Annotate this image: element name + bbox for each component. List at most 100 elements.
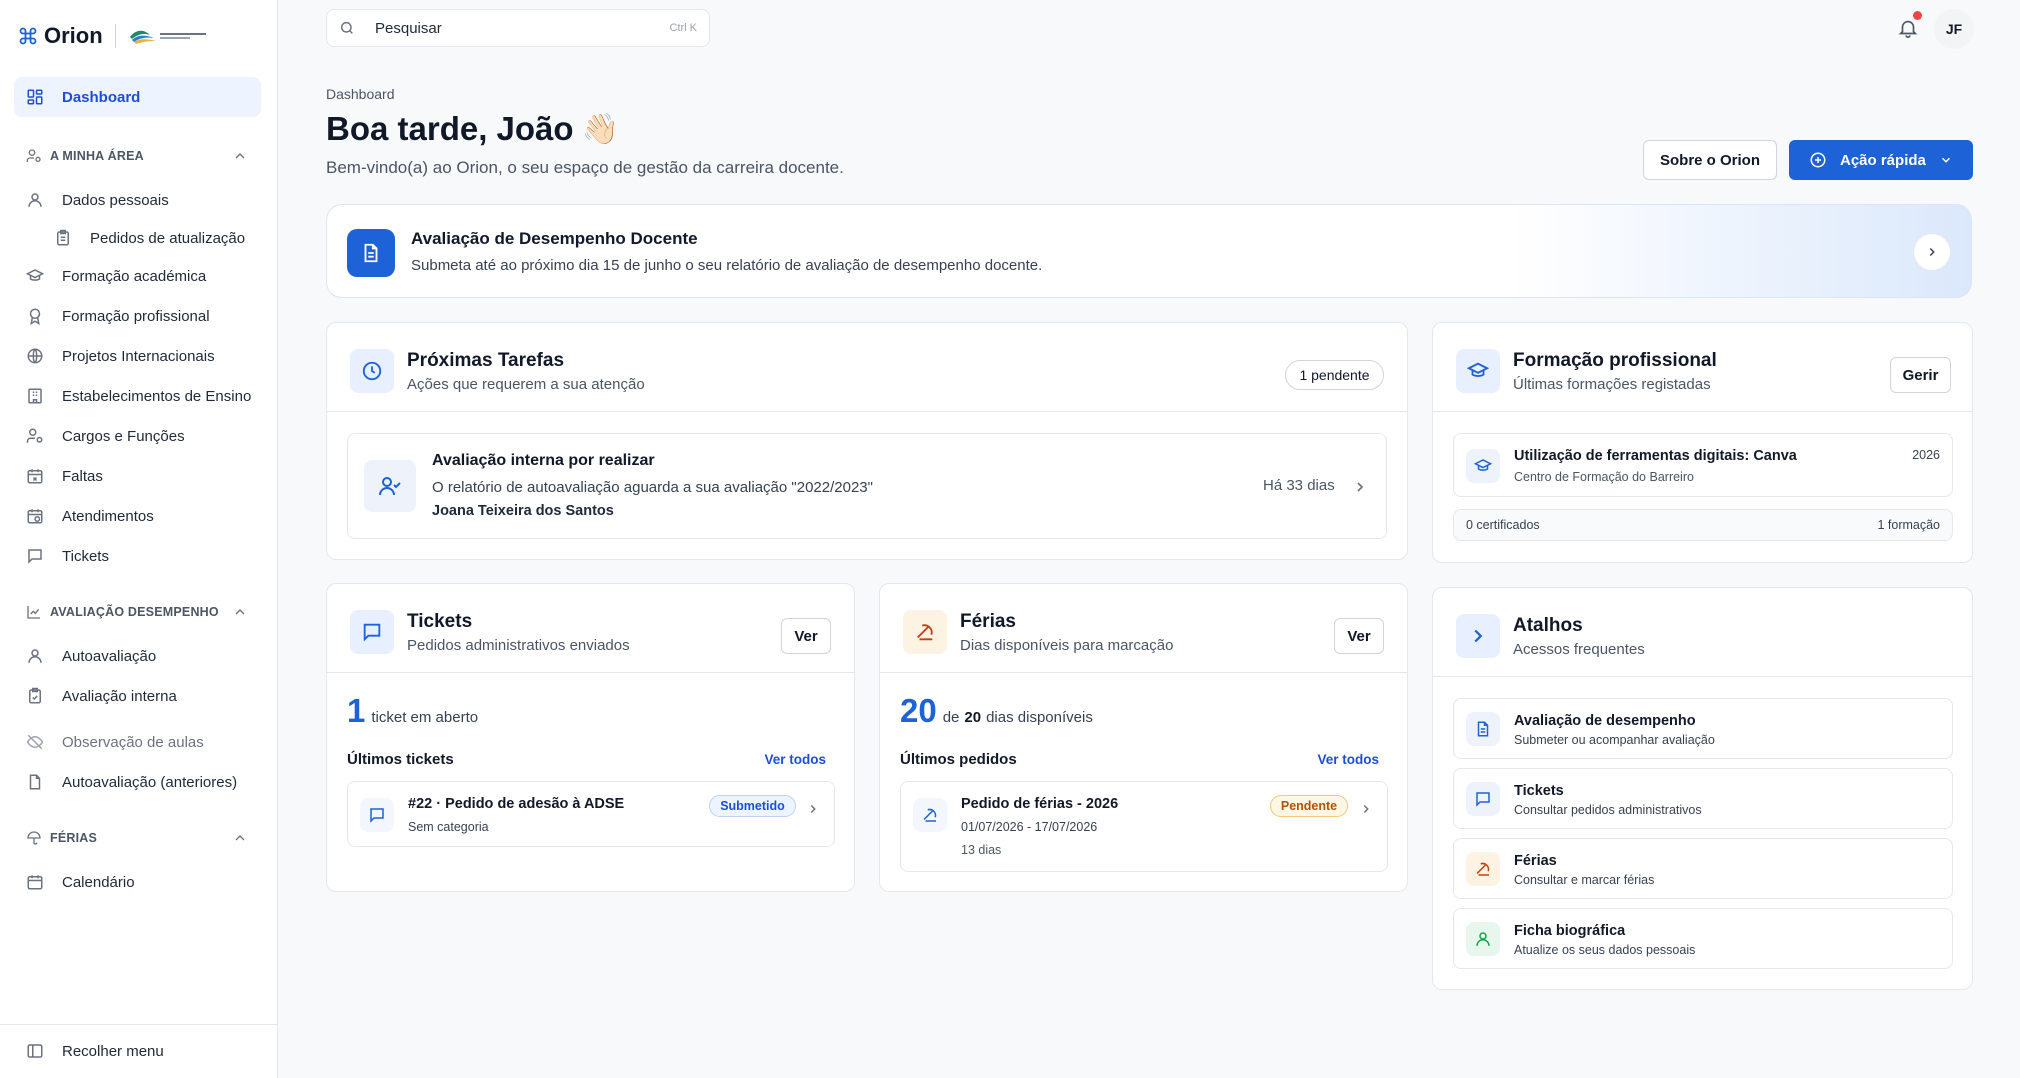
available-days-count: 20 bbox=[900, 692, 937, 729]
total-days: 20 bbox=[964, 709, 982, 726]
sidebar-item-cargos-funcoes[interactable]: Cargos e Funções bbox=[14, 416, 261, 456]
pending-badge: 1 pendente bbox=[1285, 360, 1384, 390]
see-all-tickets-link[interactable]: Ver todos bbox=[764, 752, 826, 767]
panel-left-icon bbox=[27, 1044, 43, 1058]
sidebar-item-dashboard[interactable]: Dashboard bbox=[14, 77, 261, 117]
available-days-of: de bbox=[942, 709, 960, 726]
sidebar-item-avaliacao-interna[interactable]: Avaliação interna bbox=[14, 676, 261, 716]
training-count: 1 formação bbox=[1877, 518, 1940, 532]
sidebar: Orion Dashboard A MINHA ÁREA Dados pesso… bbox=[0, 0, 278, 1078]
user-icon bbox=[1466, 922, 1500, 956]
training-title: Utilização de ferramentas digitais: Canv… bbox=[1514, 448, 1797, 464]
card-subtitle: Últimas formações registadas bbox=[1513, 376, 1711, 393]
about-orion-button[interactable]: Sobre o Orion bbox=[1643, 140, 1777, 180]
sidebar-item-observacao-aulas[interactable]: Observação de aulas bbox=[14, 722, 261, 762]
card-header: Atalhos Acessos frequentes bbox=[1433, 588, 1972, 677]
vacation-request-item[interactable]: Pedido de férias - 2026 01/07/2026 - 17/… bbox=[900, 781, 1388, 872]
card-header: Férias Dias disponíveis para marcação Ve… bbox=[880, 584, 1407, 673]
sidebar-item-formacao-profissional[interactable]: Formação profissional bbox=[14, 296, 261, 336]
tasks-card: Próximas Tarefas Ações que requerem a su… bbox=[326, 322, 1408, 560]
collapse-menu-label: Recolher menu bbox=[62, 1042, 164, 1060]
ticket-category: Sem categoria bbox=[408, 820, 489, 834]
section-label: FÉRIAS bbox=[50, 831, 98, 845]
brand-divider bbox=[114, 24, 116, 48]
sidebar-item-atendimentos[interactable]: Atendimentos bbox=[14, 496, 261, 536]
banner-title: Avaliação de Desempenho Docente bbox=[411, 229, 698, 248]
certificates-count: 0 certificados bbox=[1466, 518, 1540, 532]
view-vacation-button[interactable]: Ver bbox=[1334, 618, 1384, 654]
training-org: Centro de Formação do Barreiro bbox=[1514, 470, 1694, 484]
page-title: Boa tarde, João 👋🏻 bbox=[326, 110, 619, 148]
task-item[interactable]: Avaliação interna por realizar O relatór… bbox=[347, 433, 1387, 539]
avatar[interactable]: JF bbox=[1934, 9, 1974, 49]
shortcut-ficha-biografica[interactable]: Ficha biográfica Atualize os seus dados … bbox=[1453, 908, 1953, 969]
task-text: O relatório de autoavaliação aguarda a s… bbox=[432, 479, 873, 496]
view-tickets-button[interactable]: Ver bbox=[781, 618, 831, 654]
grid-icon bbox=[27, 89, 43, 105]
card-title: Próximas Tarefas bbox=[407, 350, 565, 371]
sidebar-item-label: Autoavaliação (anteriores) bbox=[62, 773, 238, 791]
section-label: AVALIAÇÃO DESEMPENHO bbox=[50, 605, 219, 619]
shortcut-title: Férias bbox=[1514, 853, 1557, 869]
sidebar-item-pedidos-atualizacao[interactable]: Pedidos de atualização bbox=[14, 218, 261, 258]
message-square-icon bbox=[1466, 782, 1500, 816]
sidebar-item-label: Pedidos de atualização bbox=[90, 229, 246, 247]
quick-action-button[interactable]: Ação rápida bbox=[1789, 140, 1973, 180]
clipboard-list-icon bbox=[57, 229, 69, 246]
plus-circle-icon bbox=[1810, 152, 1826, 168]
sidebar-item-formacao-academica[interactable]: Formação académica bbox=[14, 256, 261, 296]
document-icon bbox=[1466, 712, 1500, 746]
section-avaliacao-desempenho[interactable]: AVALIAÇÃO DESEMPENHO bbox=[26, 602, 248, 622]
ticket-item[interactable]: #22 · Pedido de adesão à ADSE Sem catego… bbox=[347, 781, 835, 847]
card-title: Formação profissional bbox=[1513, 350, 1717, 371]
card-subtitle: Ações que requerem a sua atenção bbox=[407, 376, 645, 393]
collapse-menu-area: Recolher menu bbox=[0, 1024, 278, 1078]
shortcut-desc: Consultar pedidos administrativos bbox=[1514, 803, 1702, 817]
sidebar-item-projetos-internacionais[interactable]: Projetos Internacionais bbox=[14, 336, 261, 376]
search-icon bbox=[340, 21, 353, 34]
user-icon bbox=[28, 193, 42, 207]
banner-arrow-button[interactable] bbox=[1913, 233, 1951, 271]
shortcut-avaliacao-desempenho[interactable]: Avaliação de desempenho Submeter ou acom… bbox=[1453, 698, 1953, 759]
sidebar-item-autoavaliacao-anteriores[interactable]: Autoavaliação (anteriores) bbox=[14, 762, 261, 802]
section-minha-area[interactable]: A MINHA ÁREA bbox=[26, 146, 248, 166]
calendar-icon bbox=[27, 875, 43, 890]
chevron-right-icon bbox=[1929, 247, 1935, 257]
sidebar-item-label: Cargos e Funções bbox=[62, 427, 185, 445]
shortcut-ferias[interactable]: Férias Consultar e marcar férias bbox=[1453, 838, 1953, 899]
shortcut-tickets[interactable]: Tickets Consultar pedidos administrativo… bbox=[1453, 768, 1953, 829]
umbrella-icon bbox=[913, 798, 947, 832]
sidebar-item-label: Calendário bbox=[62, 873, 135, 891]
document-icon bbox=[347, 229, 395, 277]
umbrella-icon bbox=[1466, 852, 1500, 886]
manage-button[interactable]: Gerir bbox=[1890, 357, 1951, 393]
user-icon bbox=[28, 649, 42, 663]
user-cog-icon bbox=[26, 428, 43, 443]
sidebar-item-calendario[interactable]: Calendário bbox=[14, 862, 261, 902]
ticket-title: #22 · Pedido de adesão à ADSE bbox=[408, 796, 625, 812]
evaluation-banner[interactable]: Avaliação de Desempenho Docente Submeta … bbox=[326, 204, 1972, 298]
see-all-requests-link[interactable]: Ver todos bbox=[1317, 752, 1379, 767]
chevron-right-icon bbox=[1456, 614, 1500, 658]
sidebar-item-estabelecimentos[interactable]: Estabelecimentos de Ensino bbox=[14, 376, 261, 416]
training-item[interactable]: Utilização de ferramentas digitais: Canv… bbox=[1453, 433, 1953, 497]
sidebar-item-dados-pessoais[interactable]: Dados pessoais bbox=[14, 180, 261, 220]
quick-action-label: Ação rápida bbox=[1840, 151, 1926, 169]
search-input[interactable]: Pesquisar Ctrl K bbox=[326, 9, 710, 47]
brand[interactable]: Orion bbox=[18, 22, 212, 50]
brand-name: Orion bbox=[44, 23, 103, 48]
training-year: 2026 bbox=[1912, 448, 1940, 462]
section-ferias[interactable]: FÉRIAS bbox=[26, 828, 248, 848]
globe-icon bbox=[27, 348, 43, 364]
sidebar-item-tickets[interactable]: Tickets bbox=[14, 536, 261, 576]
shortcut-title: Tickets bbox=[1514, 783, 1564, 799]
sidebar-item-faltas[interactable]: Faltas bbox=[14, 456, 261, 496]
sidebar-item-label: Observação de aulas bbox=[62, 733, 204, 751]
collapse-menu-button[interactable]: Recolher menu bbox=[14, 1031, 261, 1071]
card-title: Atalhos bbox=[1513, 615, 1583, 636]
sidebar-item-autoavaliacao[interactable]: Autoavaliação bbox=[14, 636, 261, 676]
task-person: Joana Teixeira dos Santos bbox=[432, 503, 614, 519]
chevron-right-icon bbox=[810, 804, 816, 814]
card-subtitle: Dias disponíveis para marcação bbox=[960, 637, 1174, 654]
bell-icon[interactable] bbox=[1897, 17, 1919, 39]
